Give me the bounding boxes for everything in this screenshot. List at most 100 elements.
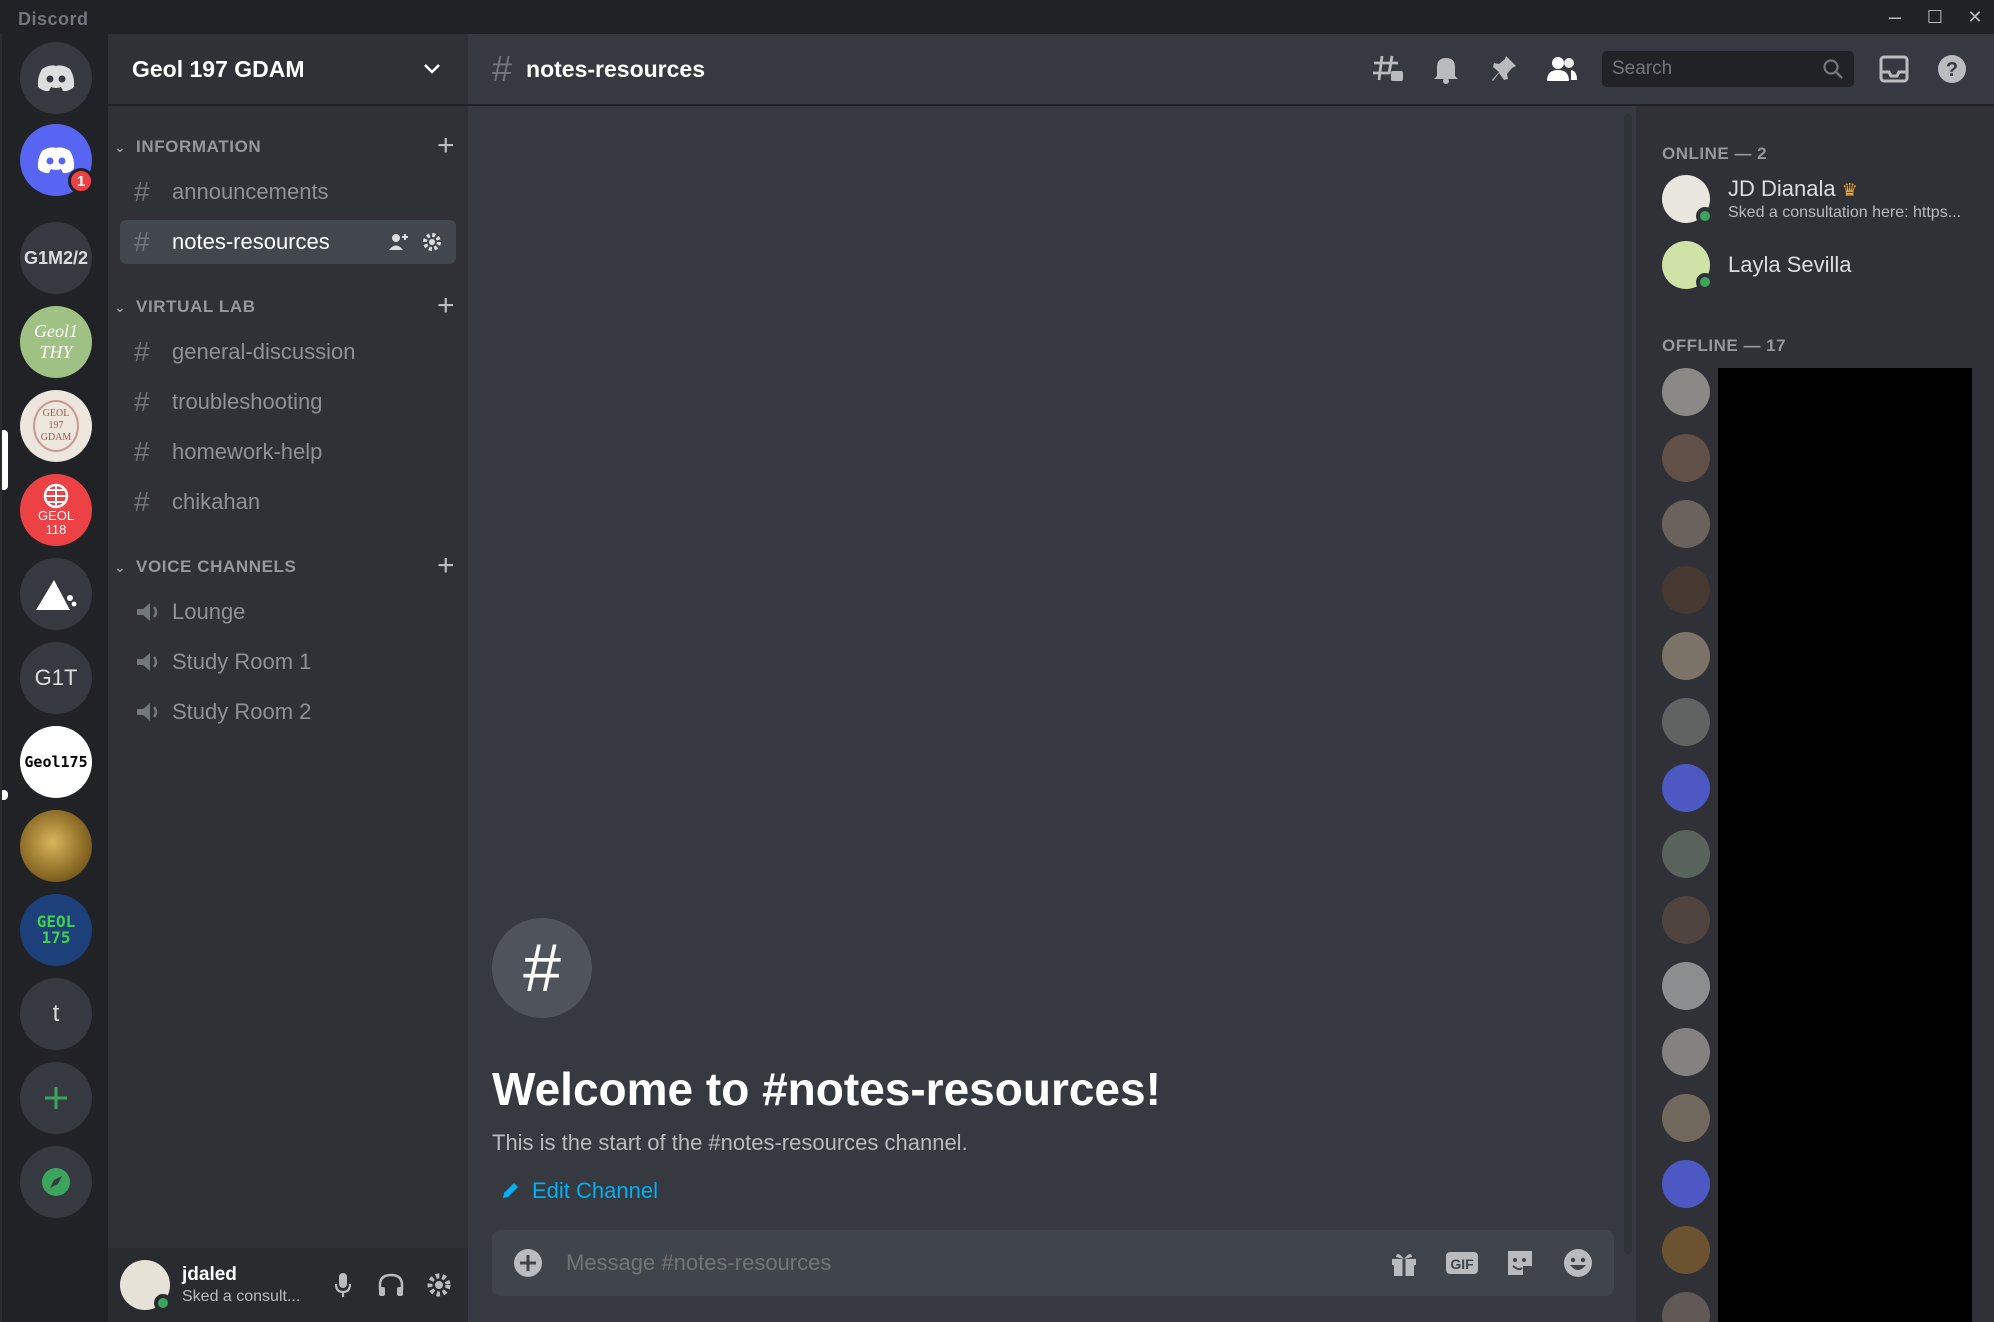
sticker-icon[interactable] <box>1502 1245 1538 1281</box>
bell-icon[interactable] <box>1428 51 1464 87</box>
inbox-icon[interactable] <box>1876 51 1912 87</box>
offline-member-avatar[interactable] <box>1662 962 1710 1010</box>
offline-member-avatar[interactable] <box>1662 1292 1710 1322</box>
chevron-down-icon: ⌄ <box>114 138 127 155</box>
server-geol1-thy[interactable]: Geol1 THY <box>20 306 92 378</box>
server-geol-197-gdam[interactable]: GEOL 197 GDAM <box>20 390 92 462</box>
server-label: t <box>52 1000 60 1027</box>
guild-header[interactable]: Geol 197 GDAM <box>108 34 468 106</box>
gift-icon[interactable] <box>1386 1245 1422 1281</box>
svg-text:?: ? <box>1946 59 1958 81</box>
category-voice-channels[interactable]: ⌄ VOICE CHANNELS + <box>114 551 460 582</box>
server-g1t[interactable]: G1T <box>20 642 92 714</box>
create-channel-plus-icon[interactable]: + <box>432 551 460 581</box>
member-layla-sevilla[interactable]: Layla Sevilla <box>1662 236 1982 294</box>
gif-icon[interactable]: GIF <box>1444 1245 1480 1281</box>
offline-member-avatar[interactable] <box>1662 698 1710 746</box>
scrollbar[interactable] <box>1624 114 1632 1254</box>
headphones-icon[interactable] <box>374 1268 408 1302</box>
unread-indicator <box>2 790 8 800</box>
offline-member-avatar[interactable] <box>1662 896 1710 944</box>
channel-label: chikahan <box>172 489 261 514</box>
search-icon <box>1823 59 1843 79</box>
explore-servers-button[interactable] <box>20 1146 92 1218</box>
voice-channel-study-room-2[interactable]: Study Room 2 <box>120 690 456 734</box>
channel-chikahan[interactable]: # chikahan <box>120 480 456 524</box>
gear-icon[interactable] <box>422 1268 456 1302</box>
channel-announcements[interactable]: # announcements <box>120 170 456 214</box>
online-status-dot <box>154 1294 172 1312</box>
hashtag-icon: # <box>134 336 150 367</box>
channel-general-discussion[interactable]: # general-discussion <box>120 330 456 374</box>
channel-notes-resources[interactable]: # notes-resources <box>120 220 456 264</box>
offline-member-avatar[interactable] <box>1662 500 1710 548</box>
plus-icon <box>45 1087 67 1109</box>
member-jd-dianala[interactable]: JD Dianala ♛ Sked a consultation here: ht… <box>1662 170 1982 228</box>
welcome-subtitle: This is the start of the #notes-resource… <box>492 1130 968 1155</box>
home-button[interactable] <box>20 42 92 114</box>
search-input[interactable]: Search <box>1602 51 1854 87</box>
crown-icon: ♛ <box>1841 180 1858 201</box>
add-attachment-icon[interactable] <box>510 1245 546 1281</box>
offline-member-avatar[interactable] <box>1662 632 1710 680</box>
offline-member-avatar[interactable] <box>1662 368 1710 416</box>
hashtag-icon: # <box>134 486 150 517</box>
maximize-button[interactable]: ☐ <box>1918 4 1952 30</box>
server-geol-175-green[interactable]: GEOL 175 <box>20 894 92 966</box>
server-golden[interactable] <box>20 810 92 882</box>
edit-channel-link[interactable]: Edit Channel <box>500 1178 658 1204</box>
members-list-icon[interactable] <box>1544 51 1580 87</box>
channel-label: homework-help <box>172 439 323 464</box>
channel-label: Study Room 2 <box>172 699 312 724</box>
avatar <box>1662 175 1714 225</box>
offline-member-avatar[interactable] <box>1662 1226 1710 1274</box>
category-label: INFORMATION <box>136 137 262 156</box>
chevron-down-icon: ⌄ <box>114 298 127 315</box>
hashtag-icon: # <box>134 226 150 257</box>
category-virtual-lab[interactable]: ⌄ VIRTUAL LAB + <box>114 291 460 322</box>
voice-channel-study-room-1[interactable]: Study Room 1 <box>120 640 456 684</box>
close-button[interactable]: ✕ <box>1958 4 1992 30</box>
offline-member-avatar[interactable] <box>1662 1160 1710 1208</box>
channel-label: announcements <box>172 179 329 204</box>
username: jdaled <box>182 1264 237 1286</box>
create-channel-plus-icon[interactable]: + <box>432 131 460 161</box>
server-t[interactable]: t <box>20 978 92 1050</box>
hashtag-icon: # <box>492 48 513 89</box>
minimize-button[interactable]: – <box>1878 4 1912 30</box>
offline-member-avatar[interactable] <box>1662 1028 1710 1076</box>
emoji-icon[interactable] <box>1560 1245 1596 1281</box>
server-mountain[interactable] <box>20 558 92 630</box>
offline-member-avatar[interactable] <box>1662 434 1710 482</box>
category-information[interactable]: ⌄ INFORMATION + <box>114 131 460 162</box>
server-label: GEOL 197 GDAM <box>33 400 79 452</box>
member-name: Layla Sevilla <box>1728 251 1852 277</box>
offline-member-avatar[interactable] <box>1662 1094 1710 1142</box>
threads-icon[interactable] <box>1370 51 1406 87</box>
server-g1m2[interactable]: G1M2/2 <box>20 222 92 294</box>
channel-homework-help[interactable]: # homework-help <box>120 430 456 474</box>
offline-member-avatar[interactable] <box>1662 764 1710 812</box>
server-geol-118[interactable]: GEOL 118 <box>20 474 92 546</box>
invite-member-icon[interactable] <box>388 232 410 252</box>
selected-server-indicator <box>2 430 8 490</box>
help-icon[interactable]: ? <box>1934 51 1970 87</box>
pin-icon[interactable] <box>1486 51 1522 87</box>
avatar[interactable] <box>120 1260 172 1312</box>
microphone-icon[interactable] <box>326 1268 360 1302</box>
offline-member-avatar[interactable] <box>1662 830 1710 878</box>
mountain-icon <box>36 580 77 610</box>
channel-troubleshooting[interactable]: # troubleshooting <box>120 380 456 424</box>
speaker-icon <box>137 603 158 621</box>
offline-member-avatar[interactable] <box>1662 566 1710 614</box>
online-status-dot <box>1696 273 1714 291</box>
voice-channel-lounge[interactable]: Lounge <box>120 590 456 634</box>
category-label: VOICE CHANNELS <box>136 557 297 576</box>
create-channel-plus-icon[interactable]: + <box>432 291 460 321</box>
message-input[interactable] <box>566 1250 1386 1276</box>
server-geol175[interactable]: Geol175 <box>20 726 92 798</box>
hashtag-icon: # <box>492 918 592 1018</box>
speaker-icon <box>137 653 158 671</box>
gear-icon[interactable] <box>422 232 442 252</box>
add-server-button[interactable] <box>20 1062 92 1134</box>
